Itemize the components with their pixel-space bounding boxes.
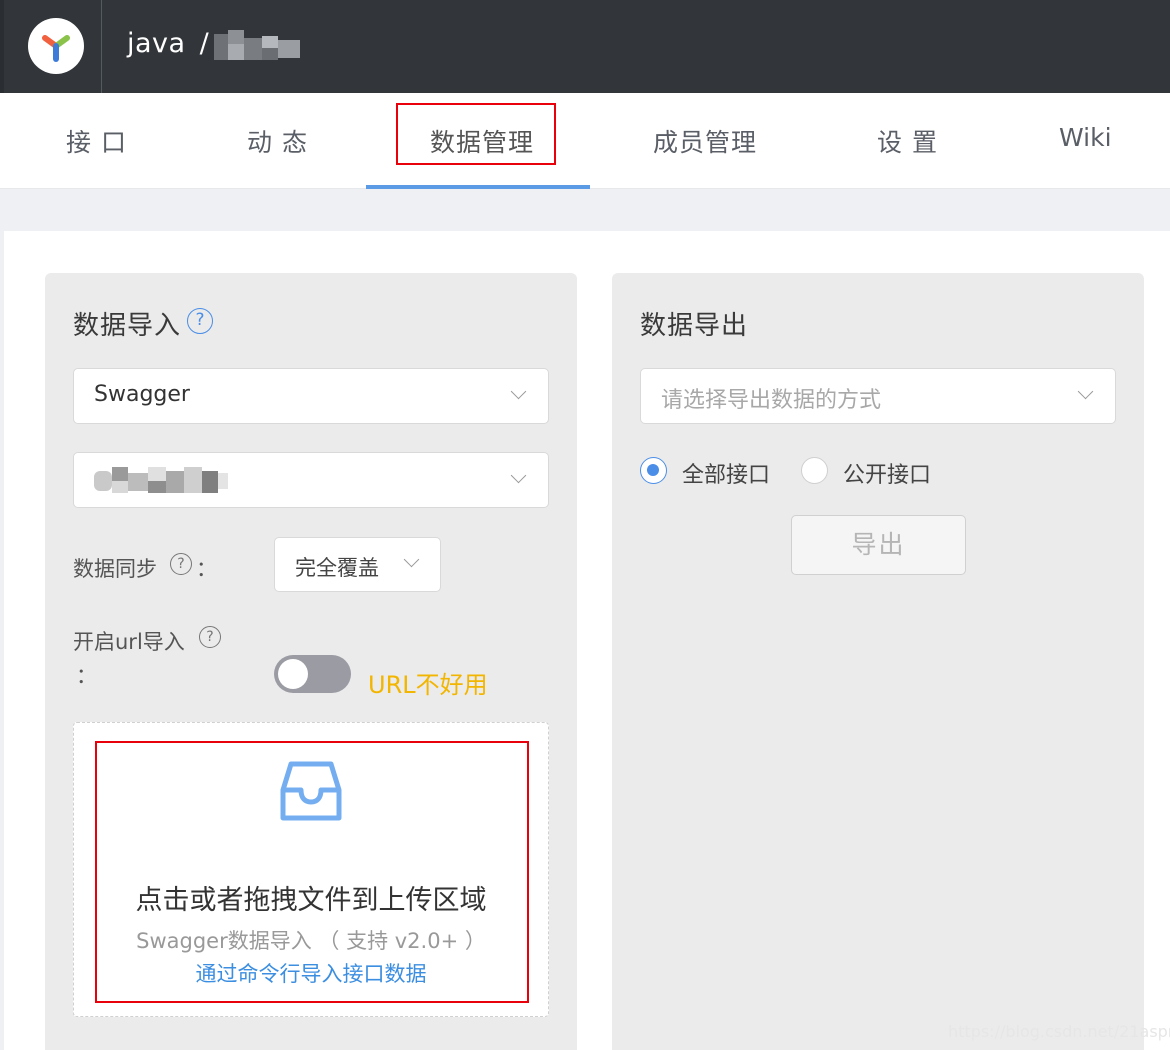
export-button[interactable]: 导出 [791,515,966,575]
url-import-colon: ： [76,664,97,688]
import-source-select[interactable] [73,452,549,508]
project-tabs: 接 口 动 态 数据管理 成员管理 设 置 Wiki [0,93,1170,189]
breadcrumb: java / [127,28,219,59]
watermark-text: https://blog.csdn.net/21aspnet [948,1022,1170,1041]
data-sync-label: 数据同步 [73,557,157,581]
import-format-select[interactable]: Swagger [73,368,549,424]
export-method-select[interactable]: 请选择导出数据的方式 [640,368,1116,424]
export-title: 数据导出 [640,311,749,341]
radio-public-apis[interactable] [801,457,828,484]
dropzone-main-text: 点击或者拖拽文件到上传区域 [135,885,487,916]
chevron-down-icon [510,467,527,484]
app-logo[interactable] [28,18,84,74]
radio-public-apis-label[interactable]: 公开接口 [843,457,931,489]
dropzone-sub-text: Swagger数据导入 （ 支持 v2.0+ ） [136,929,486,953]
tab-activity[interactable]: 动 态 [247,123,308,159]
import-source-value-redacted [94,465,228,495]
inbox-icon [280,761,342,821]
radio-all-apis-label[interactable]: 全部接口 [682,457,770,489]
radio-all-apis[interactable] [640,457,667,484]
url-import-label: 开启url导入 [73,630,185,654]
export-method-placeholder: 请选择导出数据的方式 [661,388,882,413]
chevron-down-icon [1077,383,1094,400]
annotation-box-tab [396,103,556,165]
tab-api[interactable]: 接 口 [66,123,127,159]
data-sync-value: 完全覆盖 [295,556,379,580]
import-title: 数据导入 [73,311,182,341]
question-circle-icon[interactable]: ? [187,308,213,334]
top-header: java / [0,0,1170,93]
breadcrumb-project-redacted [214,30,304,64]
url-import-toggle[interactable] [274,655,351,693]
active-tab-indicator [366,185,590,189]
import-format-value: Swagger [94,382,190,407]
logo-icon [42,35,70,62]
tab-wiki[interactable]: Wiki [1059,123,1112,152]
breadcrumb-separator: / [199,28,210,59]
data-sync-colon: ： [196,557,217,581]
tab-member-management[interactable]: 成员管理 [653,123,757,159]
url-note: URL不好用 [368,671,488,699]
logo-cell [0,0,102,93]
cli-import-link[interactable]: 通过命令行导入接口数据 [0,958,622,988]
chevron-down-icon [403,551,420,568]
toggle-knob [278,659,308,689]
question-circle-icon[interactable]: ? [199,626,221,648]
chevron-down-icon [510,383,527,400]
breadcrumb-group[interactable]: java [127,28,186,59]
tab-settings[interactable]: 设 置 [877,123,938,159]
question-circle-icon[interactable]: ? [170,553,192,575]
data-sync-select[interactable]: 完全覆盖 [274,537,441,592]
